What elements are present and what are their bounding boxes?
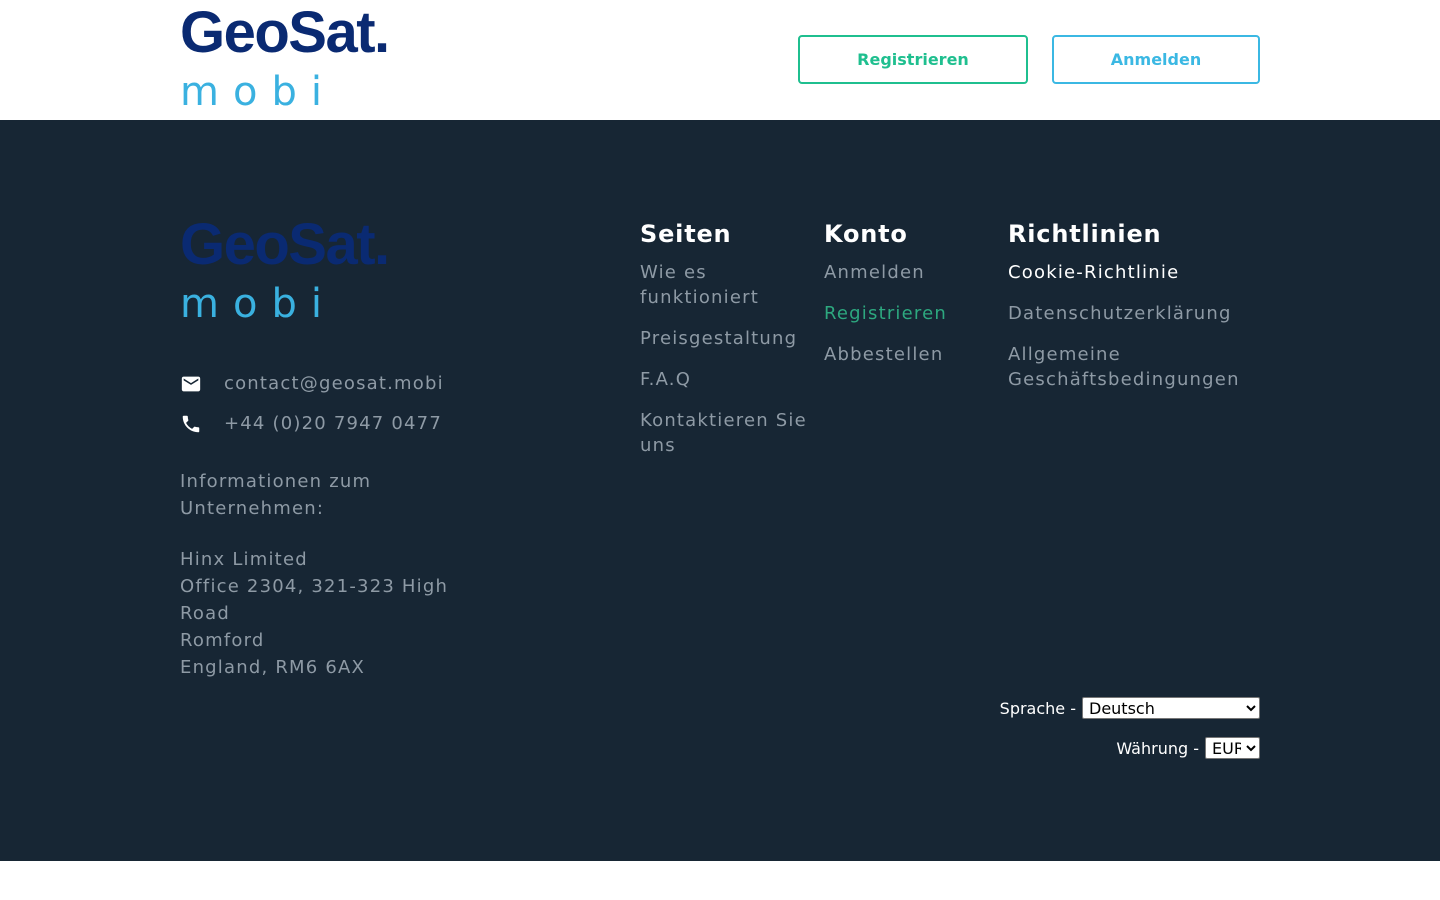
footer-column-account: Konto Anmelden Registrieren Abbestellen	[824, 218, 994, 367]
logo-subword: mobi	[180, 69, 336, 115]
company-info-heading: Informationen zum Unternehmen:	[180, 468, 480, 522]
mail-icon	[180, 373, 202, 395]
footer-link-privacy-policy[interactable]: Datenschutzerklärung	[1008, 301, 1260, 326]
register-button[interactable]: Registrieren	[798, 35, 1028, 84]
currency-selector-row: Währung - EUR	[1116, 737, 1260, 759]
site-footer: GeoSat. mobi contact@geosat.mobi +44 (0)…	[0, 120, 1440, 861]
contact-phone[interactable]: +44 (0)20 7947 0477	[224, 411, 442, 437]
footer-column-pages: Seiten Wie es funktioniert Preisgestaltu…	[640, 218, 810, 458]
address-line: Road	[180, 603, 230, 624]
footer-logo-subword: mobi	[180, 281, 336, 327]
contact-phone-row[interactable]: +44 (0)20 7947 0477	[180, 411, 441, 437]
language-label: Sprache -	[999, 698, 1076, 718]
site-header: GeoSat. mobi Registrieren Anmelden	[0, 0, 1440, 120]
language-select[interactable]: Deutsch	[1082, 697, 1260, 719]
login-button[interactable]: Anmelden	[1052, 35, 1260, 84]
footer-link-unsubscribe[interactable]: Abbestellen	[824, 342, 994, 367]
footer-link-cookie-policy[interactable]: Cookie-Richtlinie	[1008, 260, 1260, 285]
column-heading: Richtlinien	[1008, 220, 1162, 248]
contact-email[interactable]: contact@geosat.mobi	[224, 371, 444, 397]
footer-link-terms[interactable]: Allgemeine Geschäftsbedingungen	[1008, 342, 1260, 392]
address-country: England, RM6 6AX	[180, 657, 366, 678]
footer-link-pricing[interactable]: Preisgestaltung	[640, 326, 810, 351]
footer-link-faq[interactable]: F.A.Q	[640, 367, 810, 392]
header-logo[interactable]: GeoSat. mobi	[180, 0, 420, 115]
footer-column-policies: Richtlinien Cookie-Richtlinie Datenschut…	[1008, 218, 1260, 392]
currency-select[interactable]: EUR	[1205, 737, 1260, 759]
column-heading: Seiten	[640, 220, 732, 248]
phone-icon	[180, 413, 202, 435]
footer-logo-wordmark: GeoSat.	[180, 212, 390, 277]
footer-logo[interactable]: GeoSat. mobi	[180, 212, 420, 327]
logo-wordmark: GeoSat.	[180, 0, 390, 65]
language-selector-row: Sprache - Deutsch	[1000, 697, 1260, 719]
company-address: Hinx Limited Office 2304, 321-323 High R…	[180, 546, 480, 681]
footer-link-register[interactable]: Registrieren	[824, 301, 994, 326]
currency-label: Währung -	[1116, 738, 1199, 758]
footer-link-how-it-works[interactable]: Wie es funktioniert	[640, 260, 810, 310]
company-heading-line: Unternehmen:	[180, 498, 325, 519]
company-heading-line: Informationen zum	[180, 471, 372, 492]
footer-link-contact[interactable]: Kontaktieren Sie uns	[640, 408, 810, 458]
address-line: Office 2304, 321-323 High	[180, 576, 449, 597]
contact-email-row[interactable]: contact@geosat.mobi	[180, 371, 443, 397]
footer-link-login[interactable]: Anmelden	[824, 260, 994, 285]
address-city: Romford	[180, 630, 265, 651]
column-heading: Konto	[824, 220, 908, 248]
company-name: Hinx Limited	[180, 549, 308, 570]
